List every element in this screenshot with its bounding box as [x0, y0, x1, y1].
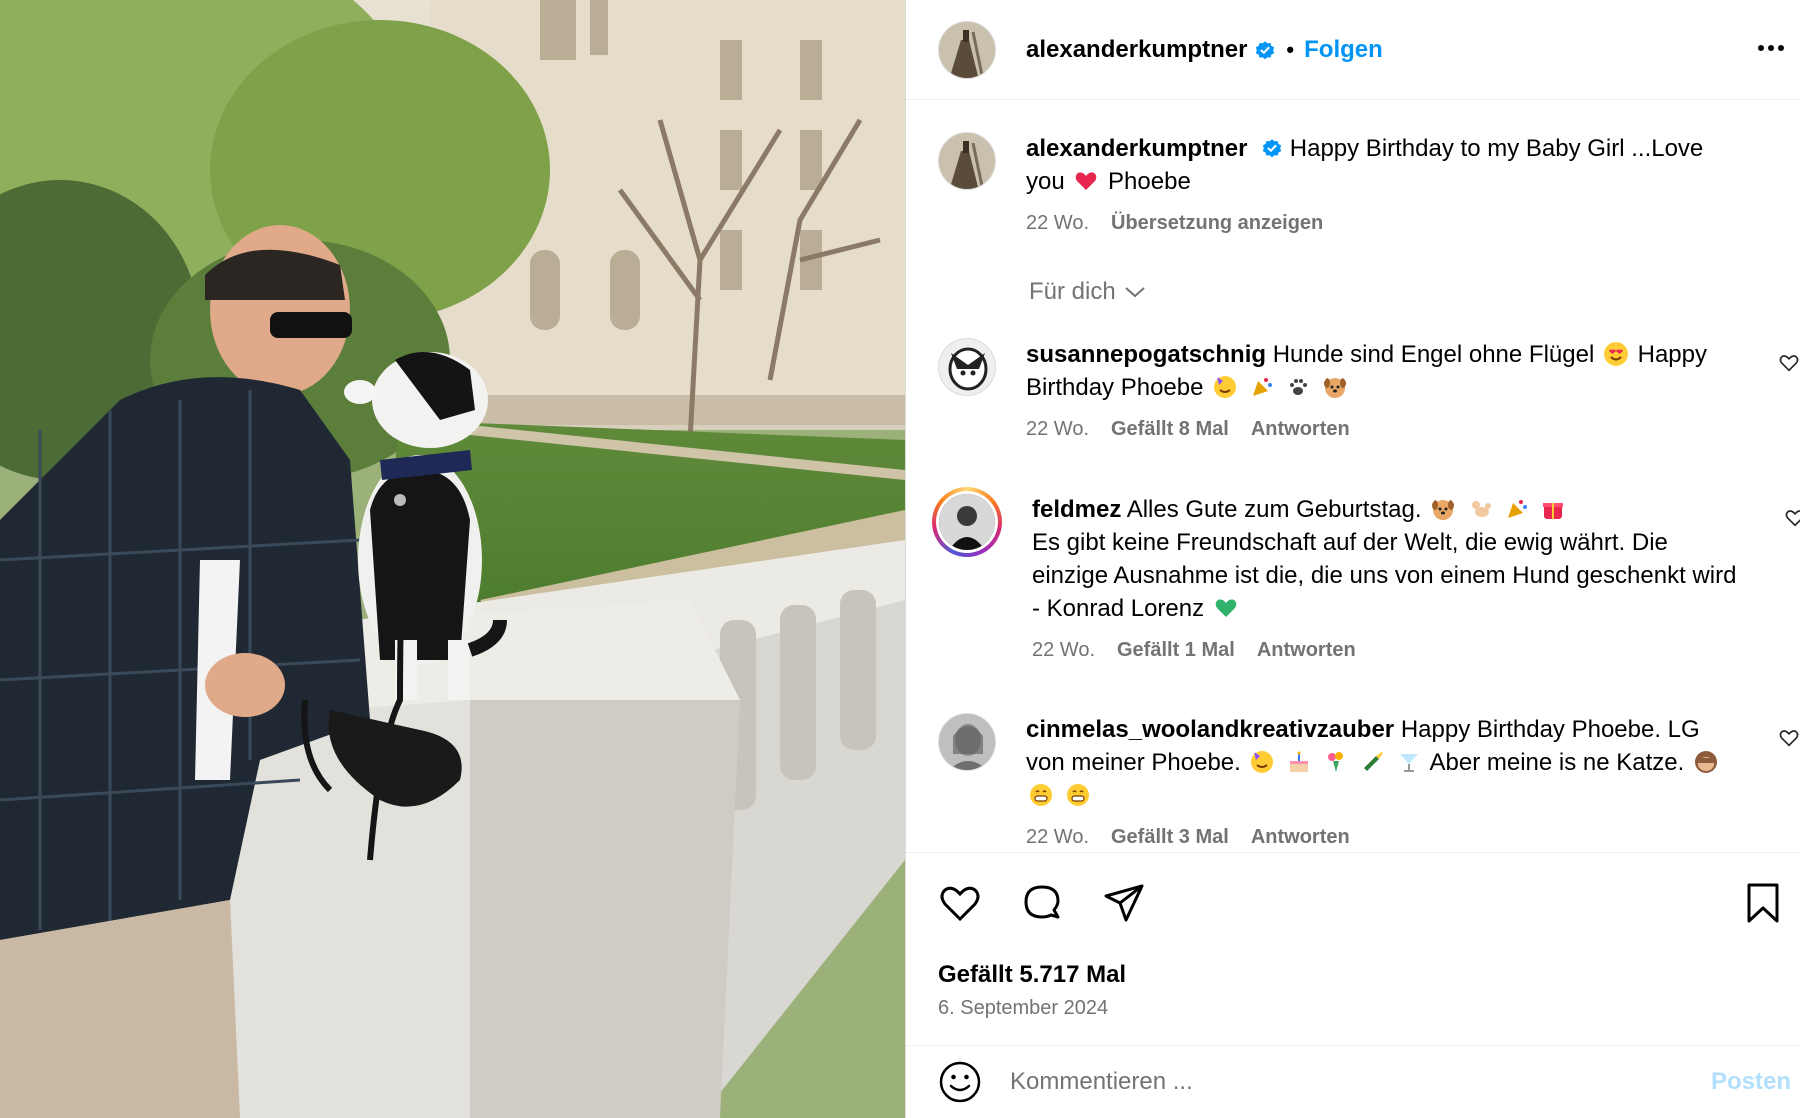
comment-item: susannepogatschnig Hunde sind Engel ohne… — [938, 338, 1799, 446]
comment-meta: 22 Wo. Gefällt 1 Mal Antworten — [1032, 634, 1747, 667]
comment-text-part: Alles Gute zum Geburtstag. — [1126, 496, 1422, 523]
follow-button[interactable]: Folgen — [1304, 36, 1383, 64]
dog-face-emoji-icon — [1324, 378, 1347, 398]
reply-button[interactable]: Antworten — [1251, 413, 1350, 446]
separator-dot: • — [1286, 36, 1295, 62]
commenter-avatar[interactable] — [938, 338, 996, 396]
comment-username[interactable]: cinmelas_woolandkreativzauber — [1026, 716, 1394, 743]
comment-body: feldmez Alles Gute zum Geburtstag. Es gi… — [1032, 493, 1747, 667]
comment-text: cinmelas_woolandkreativzauber Happy Birt… — [1026, 713, 1741, 812]
comment-likes[interactable]: Gefällt 3 Mal — [1111, 821, 1229, 852]
chevron-down-icon — [1125, 287, 1145, 298]
dog-face-emoji-icon — [1432, 500, 1455, 520]
comment-meta: 22 Wo. Gefällt 3 Mal Antworten — [1026, 821, 1741, 852]
verified-badge-icon — [1256, 40, 1275, 59]
heart-eyes-emoji-icon — [1603, 342, 1628, 366]
comment-text: susannepogatschnig Hunde sind Engel ohne… — [1026, 338, 1741, 404]
comment-filter[interactable]: Für dich — [1029, 278, 1146, 306]
see-no-evil-monkey-emoji-icon — [1695, 751, 1717, 773]
caption-body: alexanderkumptner Happy Birthday to my B… — [1026, 132, 1741, 240]
story-ring-inner — [936, 491, 998, 553]
more-options-icon[interactable] — [1753, 30, 1789, 66]
comment-icon[interactable] — [1020, 881, 1064, 925]
comment-item: feldmez Alles Gute zum Geburtstag. Es gi… — [932, 487, 1800, 667]
caption-username[interactable]: alexanderkumptner — [1026, 135, 1247, 162]
avatar-image — [939, 21, 995, 78]
comment-text: feldmez Alles Gute zum Geburtstag. Es gi… — [1032, 493, 1747, 625]
grinning-face-emoji-icon — [1030, 784, 1052, 806]
bouquet-emoji-icon — [1327, 752, 1343, 772]
comment-filter-label: Für dich — [1029, 278, 1116, 305]
comment-age: 22 Wo. — [1026, 826, 1089, 848]
author-avatar[interactable] — [938, 20, 996, 79]
comments-list[interactable]: alexanderkumptner Happy Birthday to my B… — [906, 100, 1800, 852]
verified-badge-icon — [1262, 139, 1282, 158]
comment-text-part: Hunde sind Engel ohne Flügel — [1272, 341, 1595, 368]
reply-button[interactable]: Antworten — [1257, 634, 1356, 667]
instagram-post: alexanderkumptner • Folgen alexanderkump… — [0, 0, 1800, 1118]
party-popper-emoji-icon — [1252, 378, 1272, 396]
comment-age: 22 Wo. — [1032, 639, 1095, 661]
share-icon[interactable] — [1102, 881, 1146, 925]
post-sidebar: alexanderkumptner • Folgen alexanderkump… — [905, 0, 1800, 1118]
reply-button[interactable]: Antworten — [1251, 821, 1350, 852]
like-comment-heart-icon[interactable] — [1778, 352, 1800, 374]
bookmark-icon[interactable] — [1741, 881, 1785, 925]
comment-input[interactable] — [1010, 1068, 1710, 1096]
author-username[interactable]: alexanderkumptner — [1026, 36, 1247, 64]
comment-body: susannepogatschnig Hunde sind Engel ohne… — [1026, 338, 1741, 446]
grinning-face-emoji-icon — [1066, 784, 1089, 806]
action-icons — [938, 881, 1146, 925]
comment-composer: Posten — [906, 1045, 1800, 1118]
commenter-avatar — [939, 494, 995, 550]
comment-age: 22 Wo. — [1026, 418, 1089, 440]
post-header: alexanderkumptner • Folgen — [906, 0, 1800, 100]
party-face-emoji-icon — [1214, 376, 1237, 398]
green-heart-icon — [1215, 599, 1237, 617]
post-photo[interactable] — [0, 0, 905, 1118]
party-popper-emoji-icon — [1507, 500, 1527, 518]
comment-item: cinmelas_woolandkreativzauber Happy Birt… — [938, 713, 1799, 852]
avatar-image — [939, 714, 995, 770]
post-date: 6. September 2024 — [938, 997, 1109, 1019]
poodle-emoji-icon — [1471, 501, 1491, 517]
post-comment-button[interactable]: Posten — [1711, 1068, 1791, 1096]
commenter-story-ring[interactable] — [932, 487, 1002, 557]
comment-text-part: Happy — [1637, 341, 1707, 368]
photo-illustration — [0, 0, 905, 1118]
red-heart-icon — [1076, 172, 1097, 190]
avatar-image — [939, 494, 995, 550]
birthday-cake-emoji-icon — [1290, 751, 1309, 772]
caption: alexanderkumptner Happy Birthday to my B… — [938, 132, 1758, 240]
comment-likes[interactable]: Gefällt 8 Mal — [1111, 413, 1229, 446]
paw-prints-emoji-icon — [1290, 379, 1308, 395]
comment-username[interactable]: susannepogatschnig — [1026, 341, 1266, 368]
party-face-emoji-icon — [1251, 751, 1274, 773]
like-comment-heart-icon[interactable] — [1784, 507, 1800, 529]
translate-link[interactable]: Übersetzung anzeigen — [1111, 207, 1323, 240]
gift-emoji-icon — [1543, 503, 1564, 519]
caption-text: alexanderkumptner Happy Birthday to my B… — [1026, 132, 1741, 198]
like-comment-heart-icon[interactable] — [1778, 727, 1800, 749]
comment-likes[interactable]: Gefällt 1 Mal — [1117, 634, 1235, 667]
comment-username[interactable]: feldmez — [1032, 496, 1121, 523]
champagne-bottle-emoji-icon — [1363, 752, 1383, 771]
comment-text-part: Birthday Phoebe — [1026, 374, 1204, 401]
likes-count[interactable]: Gefällt 5.717 Mal — [938, 961, 1126, 989]
comment-meta: 22 Wo. Gefällt 8 Mal Antworten — [1026, 413, 1741, 446]
avatar-image — [939, 133, 995, 189]
caption-meta: 22 Wo. Übersetzung anzeigen — [1026, 207, 1741, 240]
comment-text-part: Es gibt keine Freundschaft auf der Welt,… — [1032, 529, 1737, 622]
caption-text-part: Phoebe — [1108, 168, 1191, 195]
comment-body: cinmelas_woolandkreativzauber Happy Birt… — [1026, 713, 1741, 852]
caption-age: 22 Wo. — [1026, 212, 1089, 234]
caption-avatar[interactable] — [938, 132, 996, 190]
cocktail-glass-emoji-icon — [1400, 754, 1419, 772]
emoji-icon[interactable] — [938, 1060, 982, 1104]
comment-text-part: Aber meine is ne Katze. — [1429, 749, 1685, 776]
avatar-image — [939, 339, 995, 395]
commenter-avatar[interactable] — [938, 713, 996, 771]
heart-icon[interactable] — [938, 881, 982, 925]
